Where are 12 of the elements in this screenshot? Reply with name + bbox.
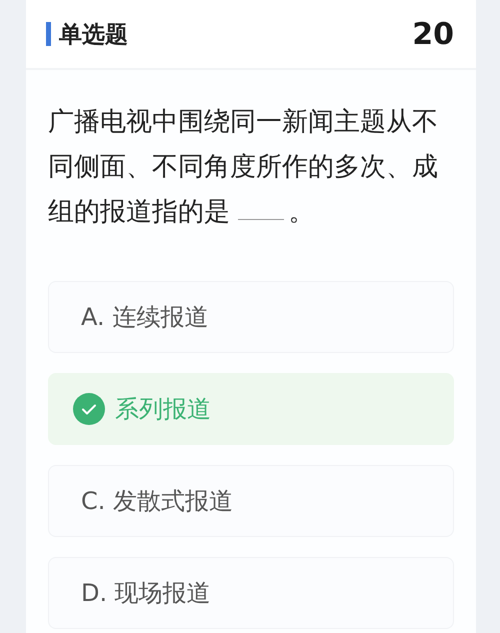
answer-option[interactable]: A. 连续报道: [48, 281, 454, 353]
question-text: 广播电视中围绕同一新闻主题从不同侧面、不同角度所作的多次、成组的报道指的是 。: [48, 106, 439, 229]
accent-bar: [46, 22, 51, 46]
check-icon: [73, 393, 105, 425]
option-text: A. 连续报道: [81, 302, 208, 333]
option-text: D. 现场报道: [81, 578, 211, 609]
option-text: 系列报道: [115, 394, 211, 425]
question-type: 单选题: [59, 20, 128, 50]
answer-option[interactable]: C. 发散式报道: [48, 465, 454, 537]
answer-option[interactable]: D. 现场报道: [48, 557, 454, 629]
question-number: 20: [412, 16, 454, 52]
option-text: C. 发散式报道: [81, 486, 234, 517]
